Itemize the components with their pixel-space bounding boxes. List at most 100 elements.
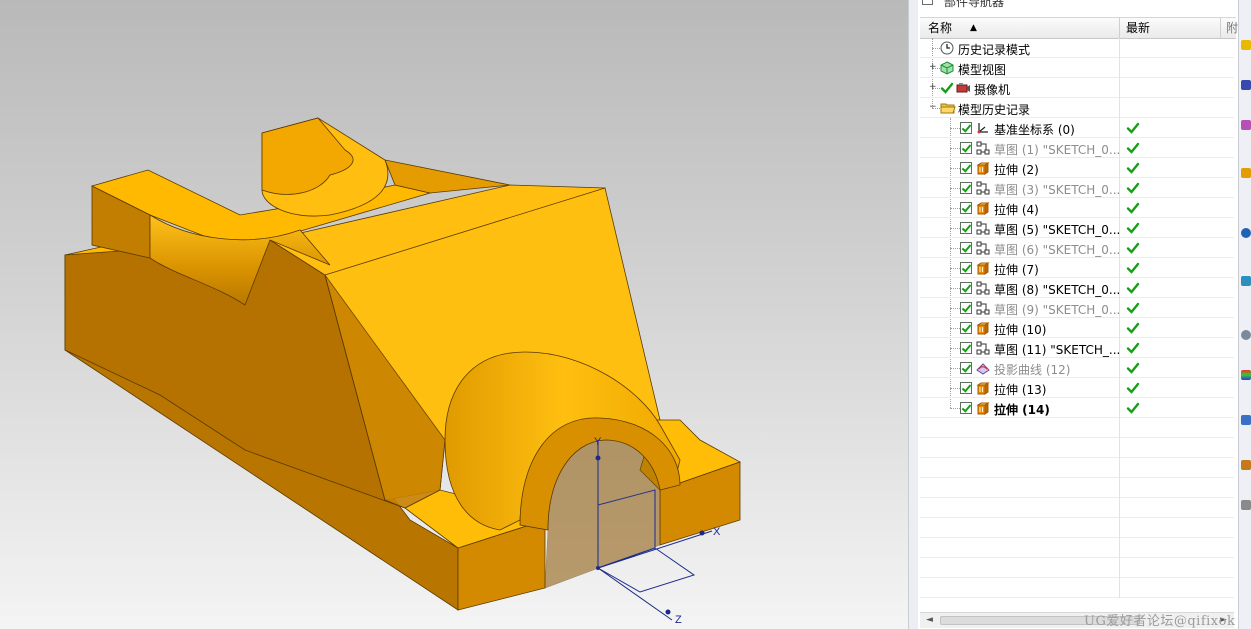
feature-visibility-checkbox[interactable]: [960, 162, 972, 174]
extrude-icon: [976, 261, 991, 275]
model-views-icon: [940, 61, 955, 75]
up-to-date-check-icon: [1126, 381, 1140, 395]
feature-visibility-checkbox[interactable]: [960, 242, 972, 254]
up-to-date-check-icon: [1126, 281, 1140, 295]
tree-node[interactable]: + 摄像机: [920, 78, 1234, 98]
resource-assembly-navigator-icon[interactable]: [1241, 80, 1251, 90]
sketch-icon: [976, 221, 991, 235]
panel-splitter[interactable]: [908, 0, 918, 629]
tree-node-label: 投影曲线 (12): [994, 363, 1071, 377]
tree-node[interactable]: 拉伸 (14): [920, 398, 1234, 418]
tree-node-label: 拉伸 (7): [994, 263, 1039, 277]
sketch-icon: [976, 141, 991, 155]
tree-node-label: 拉伸 (4): [994, 203, 1039, 217]
tree-node-label: 草图 (6) "SKETCH_0...: [994, 243, 1121, 257]
axis-x-label: X: [713, 526, 721, 538]
graphics-viewport[interactable]: Y Z X: [0, 0, 908, 629]
feature-visibility-checkbox[interactable]: [960, 382, 972, 394]
column-name[interactable]: 名称: [928, 20, 952, 36]
extrude-icon: [976, 201, 991, 215]
feature-visibility-checkbox[interactable]: [960, 302, 972, 314]
camera-icon: [956, 81, 971, 95]
scroll-left-icon[interactable]: ◄: [926, 615, 933, 625]
visible-check-icon: [940, 81, 955, 95]
sketch-icon: [976, 241, 991, 255]
up-to-date-check-icon: [1126, 361, 1140, 375]
tree-node[interactable]: 历史记录模式: [920, 38, 1234, 58]
extrude-icon: [976, 321, 991, 335]
feature-visibility-checkbox[interactable]: [960, 262, 972, 274]
resource-constraint-icon[interactable]: [1241, 120, 1251, 130]
tree-node[interactable]: 基准坐标系 (0): [920, 118, 1234, 138]
feature-visibility-checkbox[interactable]: [960, 222, 972, 234]
csys-origin: [596, 566, 600, 570]
up-to-date-check-icon: [1126, 301, 1140, 315]
tree-node[interactable]: 草图 (1) "SKETCH_0...: [920, 138, 1234, 158]
tree-node[interactable]: 拉伸 (10): [920, 318, 1234, 338]
part-model[interactable]: Y Z X: [0, 0, 908, 629]
resource-document-icon[interactable]: [1241, 500, 1251, 510]
collapse-icon[interactable]: −: [929, 103, 937, 112]
resource-web-browser-icon[interactable]: [1241, 228, 1251, 238]
empty-row: [920, 538, 1234, 558]
empty-row: [920, 558, 1234, 578]
column-more[interactable]: 附: [1226, 20, 1238, 36]
sketch-icon: [976, 301, 991, 315]
axis-z-label: Z: [675, 614, 682, 626]
tree-node-label: 草图 (1) "SKETCH_0...: [994, 143, 1121, 157]
empty-row: [920, 498, 1234, 518]
feature-visibility-checkbox[interactable]: [960, 282, 972, 294]
tree-node[interactable]: 拉伸 (13): [920, 378, 1234, 398]
feature-visibility-checkbox[interactable]: [960, 122, 972, 134]
tree-node[interactable]: 拉伸 (2): [920, 158, 1234, 178]
tree-node[interactable]: 草图 (3) "SKETCH_0...: [920, 178, 1234, 198]
navigator-pin-checkbox[interactable]: [922, 0, 933, 5]
tree-node-label: 模型视图: [958, 63, 1007, 77]
empty-row: [920, 438, 1234, 458]
up-to-date-check-icon: [1126, 321, 1140, 335]
feature-visibility-checkbox[interactable]: [960, 182, 972, 194]
column-latest[interactable]: 最新: [1126, 20, 1150, 36]
empty-row: [920, 458, 1234, 478]
up-to-date-check-icon: [1126, 401, 1140, 415]
tree-node[interactable]: 草图 (11) "SKETCH_...: [920, 338, 1234, 358]
up-to-date-check-icon: [1126, 241, 1140, 255]
resource-history-icon[interactable]: [1241, 276, 1251, 286]
feature-visibility-checkbox[interactable]: [960, 342, 972, 354]
resource-palette-icon[interactable]: [1241, 370, 1251, 380]
sketch-icon: [976, 181, 991, 195]
tree-node[interactable]: + 模型视图: [920, 58, 1234, 78]
up-to-date-check-icon: [1126, 261, 1140, 275]
tree-node[interactable]: 投影曲线 (12): [920, 358, 1234, 378]
tree-node-label: 基准坐标系 (0): [994, 123, 1075, 137]
resource-reuse-library-icon[interactable]: [1241, 168, 1251, 178]
tree-node[interactable]: 草图 (6) "SKETCH_0...: [920, 238, 1234, 258]
tree-node[interactable]: 拉伸 (7): [920, 258, 1234, 278]
datum-csys-icon: [976, 121, 991, 135]
tree-node-label: 模型历史记录: [958, 103, 1031, 117]
up-to-date-check-icon: [1126, 201, 1140, 215]
tree-node[interactable]: 草图 (8) "SKETCH_0...: [920, 278, 1234, 298]
sort-ascending-icon[interactable]: ▲: [970, 20, 977, 36]
sketch-icon: [976, 281, 991, 295]
expand-icon[interactable]: +: [929, 63, 937, 72]
tree-node[interactable]: 草图 (9) "SKETCH_0...: [920, 298, 1234, 318]
tree-node-label: 草图 (9) "SKETCH_0...: [994, 303, 1121, 317]
feature-visibility-checkbox[interactable]: [960, 402, 972, 414]
tree-node[interactable]: 拉伸 (4): [920, 198, 1234, 218]
tree-node[interactable]: − 模型历史记录: [920, 98, 1234, 118]
feature-visibility-checkbox[interactable]: [960, 322, 972, 334]
tree-node-label: 拉伸 (13): [994, 383, 1047, 397]
resource-process-icon[interactable]: [1241, 460, 1251, 470]
resource-system-materials-icon[interactable]: [1241, 330, 1251, 340]
resource-part-navigator-icon[interactable]: [1241, 40, 1251, 50]
tree-node[interactable]: 草图 (5) "SKETCH_0...: [920, 218, 1234, 238]
navigator-column-header: 名称 ▲ 最新 附: [920, 17, 1238, 39]
navigator-title-bar: 部件导航器: [918, 0, 1238, 9]
resource-roles-icon[interactable]: [1241, 415, 1251, 425]
expand-icon[interactable]: +: [929, 83, 937, 92]
feature-visibility-checkbox[interactable]: [960, 362, 972, 374]
feature-visibility-checkbox[interactable]: [960, 142, 972, 154]
tree-node-label: 摄像机: [974, 83, 1011, 97]
feature-visibility-checkbox[interactable]: [960, 202, 972, 214]
